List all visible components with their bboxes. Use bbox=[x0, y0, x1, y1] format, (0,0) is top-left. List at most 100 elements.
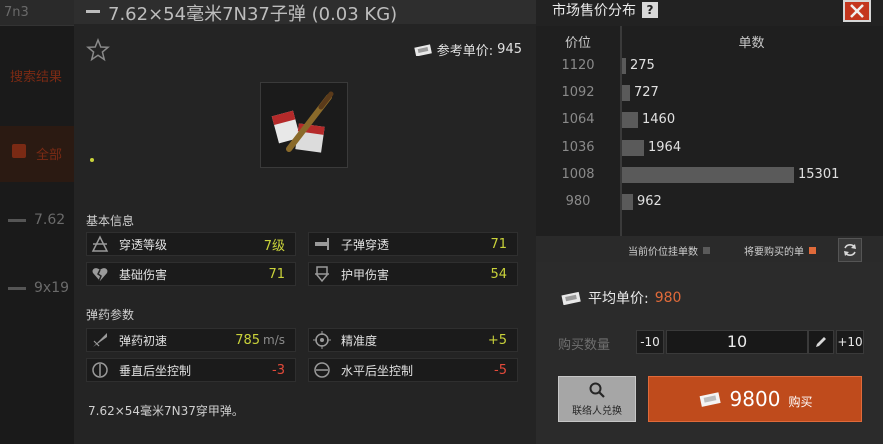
buy-button[interactable]: 9800 购买 bbox=[648, 376, 862, 422]
quantity-bar-label: 962 bbox=[637, 194, 662, 209]
quantity-bar bbox=[622, 194, 633, 210]
column-header-price: 价位 bbox=[564, 36, 591, 51]
quantity-bar-label: 1964 bbox=[648, 139, 682, 155]
stat-horizontal-recoil: 水平后坐控制 -5 bbox=[308, 358, 518, 382]
money-icon bbox=[699, 392, 721, 407]
quantity-input[interactable]: 10 bbox=[666, 330, 808, 354]
quantity-bar-label: 15301 bbox=[798, 166, 840, 182]
stat-base-damage: 基础伤害 71 bbox=[86, 262, 296, 286]
armor-damage-icon bbox=[309, 263, 335, 285]
quantity-bar bbox=[622, 85, 630, 102]
item-image bbox=[260, 82, 348, 168]
refresh-button[interactable] bbox=[838, 238, 862, 262]
quantity-bar-label: 275 bbox=[630, 58, 655, 73]
stat-muzzle-velocity: 弹药初速 785 m/s bbox=[86, 328, 296, 352]
crosshair-icon bbox=[309, 329, 335, 351]
price-tick-label: 1036 bbox=[561, 139, 595, 155]
list-item-label: 9x19 bbox=[34, 280, 70, 296]
item-description: 7.62×54毫米7N37穿甲弹。 bbox=[88, 404, 244, 418]
quantity-bar bbox=[622, 166, 794, 183]
quantity-bar bbox=[622, 139, 644, 156]
stat-unit: m/s bbox=[263, 332, 285, 347]
close-button[interactable] bbox=[843, 0, 871, 22]
price-distribution-chart: 价位 单数 1120 1092 1064 1036 1008 980 275 727 1460 1… bbox=[536, 26, 883, 262]
legend-to-buy: 将要购买的单 bbox=[744, 243, 816, 258]
price-tick-label: 1064 bbox=[561, 112, 595, 128]
item-info-card: 参考单价: 945 基本信息 穿透等级 7级 子弹穿透 71 基础伤害 71 护… bbox=[74, 24, 536, 444]
vertical-recoil-icon bbox=[87, 359, 113, 381]
collapse-icon[interactable] bbox=[86, 10, 100, 13]
basic-info-title: 基本信息 bbox=[86, 214, 135, 228]
list-item[interactable]: 9x19 bbox=[8, 280, 69, 296]
column-header-quantity: 单数 bbox=[738, 36, 765, 51]
status-dot bbox=[90, 158, 94, 162]
broken-heart-icon bbox=[87, 263, 113, 285]
tab-all[interactable]: 全部 bbox=[0, 126, 74, 182]
horizontal-recoil-icon bbox=[309, 359, 335, 381]
money-icon bbox=[561, 291, 581, 305]
stat-label: 精准度 bbox=[341, 333, 378, 348]
quantity-label: 购买数量 bbox=[558, 338, 611, 353]
stat-value: 71 bbox=[268, 266, 285, 282]
penetration-level-icon bbox=[87, 233, 113, 255]
legend-label: 将要购买的单 bbox=[744, 247, 804, 258]
market-title-text: 市场售价分布 bbox=[552, 3, 636, 19]
minus-ten-button[interactable]: -10 bbox=[636, 330, 664, 354]
legend-label: 当前价位挂单数 bbox=[628, 247, 698, 258]
pencil-icon bbox=[816, 337, 826, 347]
stat-value: 71 bbox=[490, 236, 507, 252]
price-tick-label: 980 bbox=[565, 194, 591, 209]
stat-label: 穿透等级 bbox=[119, 237, 168, 252]
bullet-penetration-icon bbox=[309, 233, 335, 255]
quantity-bar bbox=[622, 112, 638, 129]
reference-price: 参考单价: 945 bbox=[413, 40, 522, 59]
list-item-label: 7.62 bbox=[34, 212, 66, 228]
chart-legend: 当前价位挂单数 将要购买的单 bbox=[536, 236, 883, 262]
stat-value-number: 785 bbox=[235, 332, 261, 348]
stat-label: 垂直后坐控制 bbox=[119, 363, 192, 378]
average-price-label: 平均单价: bbox=[588, 291, 649, 307]
stat-label: 水平后坐控制 bbox=[341, 363, 414, 378]
muzzle-velocity-icon bbox=[87, 329, 113, 351]
dash-icon bbox=[8, 286, 26, 290]
tab-all-label: 全部 bbox=[36, 148, 63, 163]
stat-value: -3 bbox=[272, 362, 285, 378]
star-icon[interactable] bbox=[86, 38, 110, 62]
search-input[interactable]: 7n3 bbox=[0, 0, 74, 26]
ammo-box-icon bbox=[271, 91, 334, 153]
average-price: 平均单价: 980 bbox=[560, 288, 681, 308]
dash-icon bbox=[8, 218, 26, 222]
stat-bullet-penetration: 子弹穿透 71 bbox=[308, 232, 518, 256]
trader-exchange-button[interactable]: 联络人兑换 bbox=[558, 376, 636, 422]
legend-current-orders: 当前价位挂单数 bbox=[628, 243, 710, 258]
stat-armor-damage: 护甲伤害 54 bbox=[308, 262, 518, 286]
stat-value: -5 bbox=[494, 362, 507, 378]
stat-penetration-level: 穿透等级 7级 bbox=[86, 232, 296, 256]
help-icon[interactable]: ? bbox=[642, 2, 658, 18]
price-tick-label: 1120 bbox=[561, 58, 595, 73]
list-item[interactable]: 7.62 bbox=[8, 212, 65, 228]
reference-price-value: 945 bbox=[497, 42, 522, 57]
price-tick-label: 1008 bbox=[561, 166, 595, 182]
average-price-value: 980 bbox=[654, 290, 682, 306]
plus-ten-button[interactable]: +10 bbox=[836, 330, 864, 354]
stat-accuracy: 精准度 +5 bbox=[308, 328, 518, 352]
buy-total: 9800 bbox=[729, 387, 781, 411]
close-icon bbox=[850, 4, 864, 18]
edit-quantity-button[interactable] bbox=[808, 330, 834, 354]
stat-label: 弹药初速 bbox=[119, 333, 168, 348]
price-tick-label: 1092 bbox=[561, 85, 595, 101]
market-title: 市场售价分布 ? bbox=[552, 0, 658, 20]
quantity-bar-label: 727 bbox=[634, 85, 659, 101]
legend-swatch bbox=[809, 247, 816, 254]
stat-value: 785 m/s bbox=[235, 333, 285, 348]
quantity-bar-label: 1460 bbox=[642, 112, 676, 128]
purchase-panel: 平均单价: 980 购买数量 -10 10 +10 联络人兑换 9800 购买 bbox=[536, 262, 883, 444]
stat-value: 54 bbox=[490, 266, 507, 282]
item-detail-modal: 7.62×54毫米7N37子弹 (0.03 KG) 参考单价: 945 基本信息… bbox=[74, 0, 883, 444]
item-title: 7.62×54毫米7N37子弹 (0.03 KG) bbox=[108, 4, 398, 25]
trader-exchange-label: 联络人兑换 bbox=[572, 406, 622, 417]
title-bar: 7.62×54毫米7N37子弹 (0.03 KG) bbox=[74, 0, 536, 25]
stat-value: 7级 bbox=[263, 238, 285, 254]
stat-vertical-recoil: 垂直后坐控制 -3 bbox=[86, 358, 296, 382]
